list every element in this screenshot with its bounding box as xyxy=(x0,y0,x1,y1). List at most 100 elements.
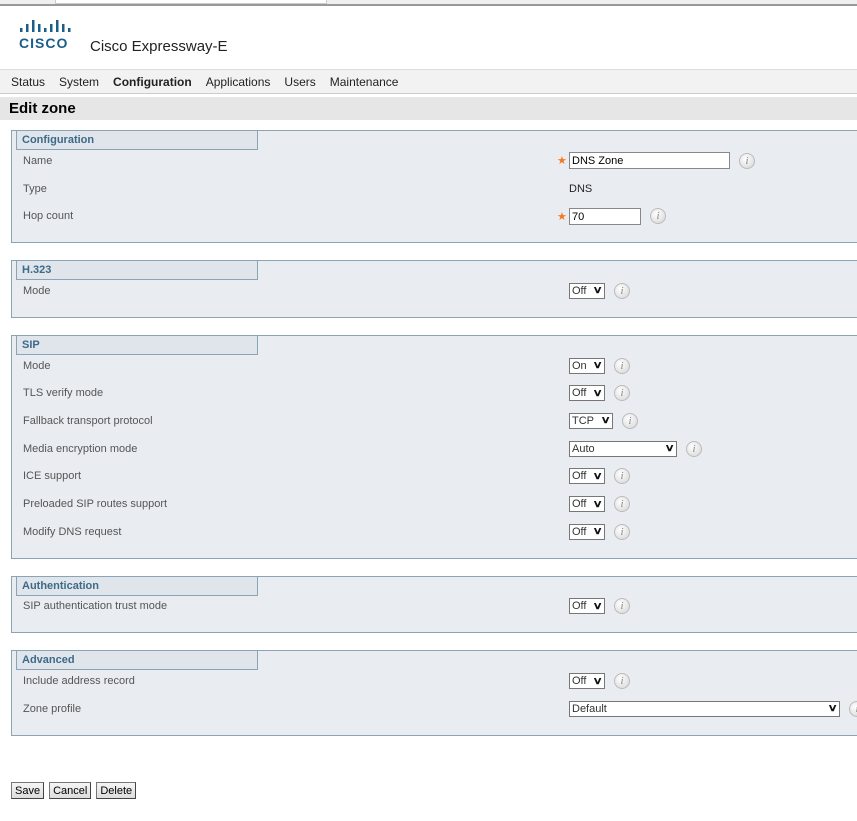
field-row-mode: Mode Off ∨ i xyxy=(12,277,857,305)
nav-status[interactable]: Status xyxy=(11,75,45,89)
info-icon[interactable]: i xyxy=(614,523,630,540)
info-icon[interactable]: i xyxy=(622,412,638,429)
field-row-include-address-record: Include address record Off ∨ i xyxy=(12,667,857,695)
selected-value: TCP xyxy=(572,414,594,427)
selected-value: Auto xyxy=(572,442,595,455)
info-icon[interactable]: i xyxy=(614,673,630,690)
field-row-name: Name ★ DNS Zone i xyxy=(12,147,857,175)
section-body: Mode On ∨ i TLS verify mode Off ∨ i Fallback tra… xyxy=(11,334,857,559)
field-control: Default ∨ i xyxy=(557,700,857,717)
browser-strip xyxy=(0,0,857,6)
modify-dns-request-select[interactable]: Off ∨ xyxy=(569,523,605,540)
selected-value: Off xyxy=(572,498,587,511)
selected-value: Off xyxy=(572,387,587,400)
save-button[interactable]: Save xyxy=(11,782,45,799)
section-title: Configuration xyxy=(16,130,258,150)
cisco-logo: CISCO xyxy=(19,20,75,51)
url-bar[interactable] xyxy=(55,0,327,4)
selected-value: Default xyxy=(572,702,607,715)
preloaded-sip-routes-support-select[interactable]: Off ∨ xyxy=(569,496,605,513)
nav-system[interactable]: System xyxy=(59,75,99,89)
cancel-button[interactable]: Cancel xyxy=(49,782,92,799)
field-row-modify-dns-request: Modify DNS request Off ∨ i xyxy=(12,518,857,546)
field-label: Mode xyxy=(23,359,51,372)
info-icon[interactable]: i xyxy=(614,598,630,615)
field-label: SIP authentication trust mode xyxy=(23,600,168,613)
field-label: Media encryption mode xyxy=(23,442,138,455)
info-icon[interactable]: i xyxy=(614,282,630,299)
field-label: Fallback transport protocol xyxy=(23,414,153,427)
field-control: Off ∨ i xyxy=(557,496,630,513)
nav-users[interactable]: Users xyxy=(284,75,315,89)
selected-value: Off xyxy=(572,470,587,483)
name-input[interactable]: DNS Zone xyxy=(569,152,730,170)
selected-value: Off xyxy=(572,600,587,613)
include-address-record-select[interactable]: Off ∨ xyxy=(569,673,605,690)
nav-maintenance[interactable]: Maintenance xyxy=(330,75,399,89)
tls-verify-mode-select[interactable]: Off ∨ xyxy=(569,385,605,402)
info-icon[interactable]: i xyxy=(849,700,857,717)
nav-configuration[interactable]: Configuration xyxy=(113,75,192,89)
selected-value: On xyxy=(572,359,587,372)
info-icon[interactable]: i xyxy=(614,357,630,374)
field-label: Name xyxy=(23,154,53,167)
info-icon[interactable]: i xyxy=(739,152,755,169)
section-authentication: Authentication SIP authentication trust m… xyxy=(11,575,857,634)
fallback-transport-protocol-select[interactable]: TCP ∨ xyxy=(569,412,613,429)
field-label: Include address record xyxy=(23,675,135,688)
hop-count-input[interactable]: 70 xyxy=(569,207,641,225)
field-label: TLS verify mode xyxy=(23,387,104,400)
field-control: Off ∨ i xyxy=(557,385,630,402)
field-row-media-encryption-mode: Media encryption mode Auto ∨ i xyxy=(12,435,857,463)
chevron-down-icon: ∨ xyxy=(827,703,838,715)
form-buttons: Save Cancel Delete xyxy=(11,782,137,799)
media-encryption-mode-select[interactable]: Auto ∨ xyxy=(569,440,677,457)
nav-applications[interactable]: Applications xyxy=(206,75,271,89)
selected-value: Off xyxy=(572,284,587,297)
form-sections: Configuration Name ★ DNS Zone i Type DNS Hop co… xyxy=(11,120,857,753)
chevron-down-icon: ∨ xyxy=(592,498,603,510)
field-row-zone-profile: Zone profile Default ∨ i xyxy=(12,695,857,723)
selected-value: Off xyxy=(572,675,587,688)
field-label: Mode xyxy=(23,284,51,297)
chevron-down-icon: ∨ xyxy=(592,600,603,612)
field-row-hop-count: Hop count ★ 70 i xyxy=(12,202,857,230)
product-name: Cisco Expressway-E xyxy=(90,38,228,55)
field-control: ★ 70 i xyxy=(557,207,666,225)
cisco-bridge-icon xyxy=(20,20,71,32)
main-nav: Status System Configuration Applications Use… xyxy=(0,69,857,94)
info-icon[interactable]: i xyxy=(614,496,630,513)
chevron-down-icon: ∨ xyxy=(592,675,603,687)
zone-profile-select[interactable]: Default ∨ xyxy=(569,700,840,717)
field-control: Auto ∨ i xyxy=(557,440,702,457)
section-title: SIP xyxy=(16,334,258,355)
ice-support-select[interactable]: Off ∨ xyxy=(569,468,605,485)
field-row-fallback-transport-protocol: Fallback transport protocol TCP ∨ i xyxy=(12,407,857,435)
section-title: Authentication xyxy=(16,575,258,596)
field-control: Off ∨ i xyxy=(557,523,630,540)
info-icon[interactable]: i xyxy=(686,440,702,457)
selected-value: Off xyxy=(572,525,587,538)
field-control: Off ∨ i xyxy=(557,468,630,485)
field-control: Off ∨ i xyxy=(557,598,630,615)
type-value: DNS xyxy=(569,182,593,195)
field-control: DNS xyxy=(557,183,592,195)
info-icon[interactable]: i xyxy=(650,208,666,225)
mode-select[interactable]: On ∨ xyxy=(569,357,605,374)
field-row-mode: Mode On ∨ i xyxy=(12,352,857,380)
mode-select[interactable]: Off ∨ xyxy=(569,282,605,299)
section-configuration: Configuration Name ★ DNS Zone i Type DNS Hop co… xyxy=(11,130,857,244)
chevron-down-icon: ∨ xyxy=(600,415,611,427)
page-title: Edit zone xyxy=(0,97,857,120)
field-label: Hop count xyxy=(23,210,74,223)
delete-button[interactable]: Delete xyxy=(96,782,137,799)
info-icon[interactable]: i xyxy=(614,385,630,402)
section-h-323: H.323 Mode Off ∨ i xyxy=(11,260,857,318)
chevron-down-icon: ∨ xyxy=(592,526,603,538)
info-icon[interactable]: i xyxy=(614,468,630,485)
chevron-down-icon: ∨ xyxy=(592,360,603,372)
chevron-down-icon: ∨ xyxy=(664,443,675,455)
section-advanced: Advanced Include address record Off ∨ i Zone … xyxy=(11,650,857,736)
sip-authentication-trust-mode-select[interactable]: Off ∨ xyxy=(569,598,605,615)
field-label: Type xyxy=(23,182,47,195)
